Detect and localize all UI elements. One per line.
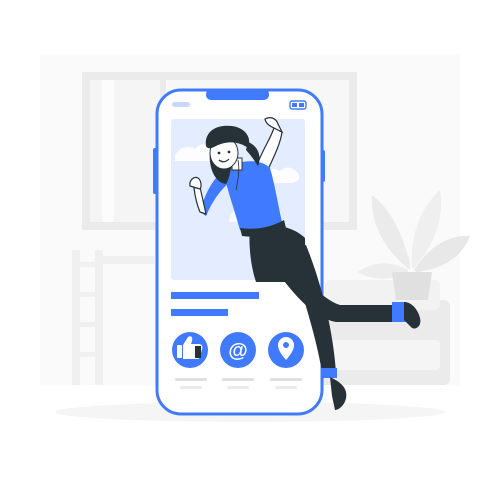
mention-caption-placeholder: [222, 378, 254, 381]
like-button[interactable]: [172, 332, 208, 368]
content-line-primary: [171, 292, 259, 299]
mention-button[interactable]: @: [220, 332, 256, 368]
like-caption-placeholder-2: [180, 386, 202, 389]
status-bar-indicator: [172, 102, 190, 107]
battery-icon: [289, 100, 307, 110]
eye-left: [217, 151, 221, 155]
phone-notch: [206, 89, 269, 100]
illustration: @: [0, 0, 500, 500]
location-caption-placeholder-2: [275, 386, 297, 389]
at-sign-icon: @: [228, 340, 248, 362]
like-caption-placeholder: [175, 378, 207, 381]
eye-right: [227, 150, 231, 154]
content-line-secondary: [171, 309, 228, 316]
illustration-canvas: @: [40, 55, 470, 422]
location-caption-placeholder: [270, 378, 302, 381]
mention-caption-placeholder-2: [227, 386, 249, 389]
location-button[interactable]: [268, 332, 304, 368]
sock-lower: [321, 368, 337, 378]
sock-extended: [392, 302, 406, 322]
